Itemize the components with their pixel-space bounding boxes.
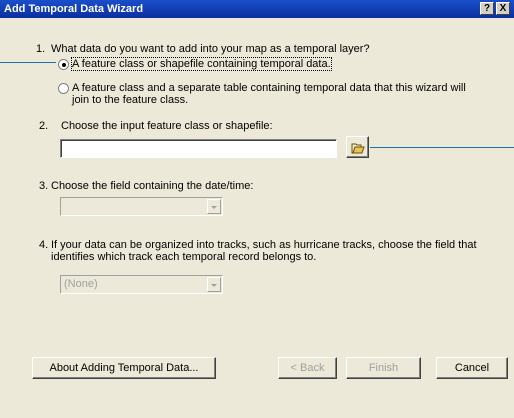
input-feature-class-field[interactable] bbox=[60, 139, 337, 158]
step2-label: Choose the input feature class or shapef… bbox=[61, 120, 273, 132]
step4-label-line1: If your data can be organized into track… bbox=[51, 239, 477, 251]
about-button[interactable]: About Adding Temporal Data... bbox=[32, 357, 216, 379]
back-button-label: < Back bbox=[290, 362, 325, 374]
option2-label-line1[interactable]: A feature class and a separate table con… bbox=[72, 82, 466, 94]
help-button[interactable]: ? bbox=[480, 2, 494, 15]
step3-number: 3. bbox=[39, 180, 49, 192]
cancel-button-label: Cancel bbox=[454, 362, 490, 374]
track-field-value: (None) bbox=[64, 278, 98, 290]
option1-label[interactable]: A feature class or shapefile containing … bbox=[71, 57, 332, 71]
date-field-dropdown[interactable] bbox=[60, 197, 223, 216]
step3-label: Choose the field containing the date/tim… bbox=[51, 180, 254, 192]
open-folder-icon bbox=[351, 141, 365, 161]
finish-button[interactable]: Finish bbox=[346, 357, 421, 379]
step2-number: 2. bbox=[39, 120, 49, 132]
close-button[interactable]: X bbox=[496, 2, 510, 15]
title-bar: Add Temporal Data Wizard ? X bbox=[0, 0, 514, 18]
wizard-window: Add Temporal Data Wizard ? X 1. What dat… bbox=[0, 0, 514, 418]
chevron-down-icon[interactable] bbox=[207, 199, 221, 214]
finish-button-label: Finish bbox=[368, 362, 399, 374]
step1-number: 1. bbox=[36, 43, 46, 55]
about-button-label: About Adding Temporal Data... bbox=[49, 362, 199, 374]
track-field-dropdown[interactable]: (None) bbox=[60, 275, 223, 294]
option2-label-line2[interactable]: join to the feature class. bbox=[72, 94, 188, 106]
radio-option2[interactable] bbox=[58, 83, 69, 94]
chevron-down-icon[interactable] bbox=[207, 277, 221, 292]
step1-question: What data do you want to add into your m… bbox=[51, 43, 370, 55]
callout-line-right bbox=[370, 147, 514, 148]
step4-label-line2: identifies which track each temporal rec… bbox=[51, 251, 317, 263]
window-title: Add Temporal Data Wizard bbox=[4, 3, 144, 15]
callout-line-left bbox=[0, 62, 56, 63]
radio-selected-dot bbox=[62, 63, 66, 67]
step4-number: 4. bbox=[39, 239, 49, 251]
back-button[interactable]: < Back bbox=[278, 357, 337, 379]
radio-option1[interactable] bbox=[58, 59, 69, 70]
cancel-button[interactable]: Cancel bbox=[436, 357, 508, 379]
browse-button[interactable] bbox=[346, 136, 369, 158]
